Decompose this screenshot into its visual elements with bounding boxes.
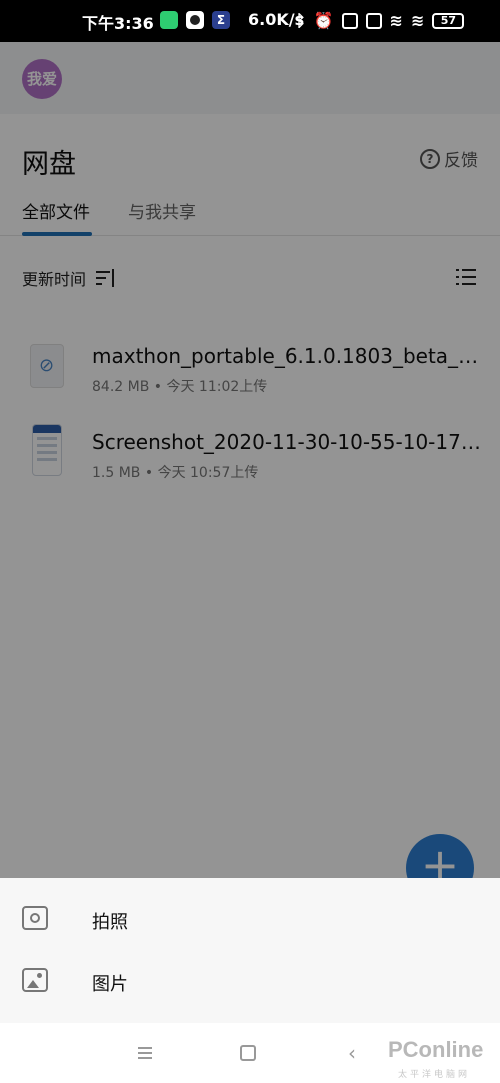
back-icon[interactable]: ‹ [348, 1041, 356, 1065]
sheet-item-label: 图片 [92, 974, 128, 995]
sheet-item-label: 拍照 [92, 912, 128, 933]
home-icon[interactable] [240, 1045, 256, 1061]
hd-signal-icon [341, 12, 358, 29]
alarm-icon: ⏰ [313, 11, 334, 30]
sigma-icon: Σ [212, 11, 230, 29]
wifi-icon: ≋ [410, 11, 425, 30]
system-nav-bar: ‹ PConline 太平洋电脑网 [0, 1023, 500, 1083]
watermark-logo: PConline [388, 1037, 484, 1062]
hd-signal-icon [365, 12, 382, 29]
status-time: 下午3:36 [82, 14, 154, 33]
status-app-icons: Σ [160, 11, 230, 29]
image-icon [22, 968, 48, 992]
watermark-subtitle: 太平洋电脑网 [398, 1070, 471, 1080]
sheet-item-take-photo[interactable]: 拍照 [0, 892, 500, 952]
camera-icon [22, 906, 48, 930]
upload-bottom-sheet: 拍照 图片 [0, 878, 500, 1023]
app-notify-icon [160, 11, 178, 29]
status-bar: 下午3:36 Σ 6.0K/s ᛒ ⏰ ≋ ≋ 57 [0, 0, 500, 42]
bluetooth-icon: ᛒ [296, 11, 306, 30]
wifi-icon: ≋ [389, 11, 403, 30]
sheet-item-pictures[interactable]: 图片 [0, 954, 500, 1014]
status-system-icons: ᛒ ⏰ ≋ ≋ 57 [296, 11, 465, 30]
battery-icon: 57 [432, 12, 465, 29]
menu-icon[interactable] [138, 1047, 152, 1059]
circle-app-icon [186, 11, 204, 29]
